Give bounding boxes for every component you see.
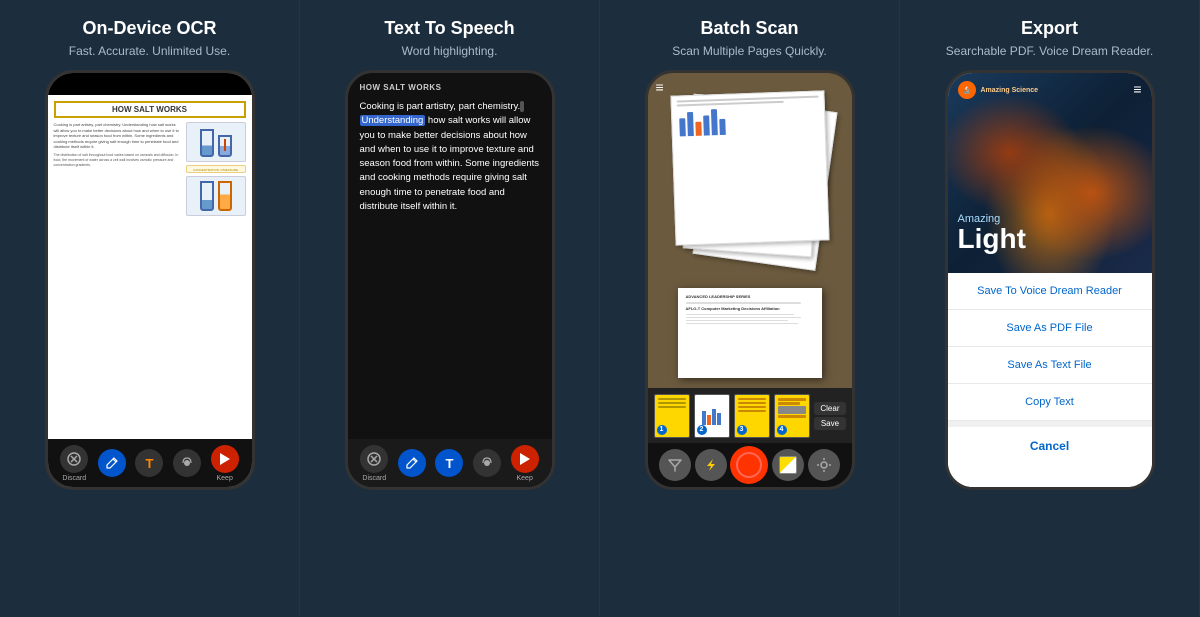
action-copy-text[interactable]: Copy Text — [948, 384, 1152, 421]
footer-keep[interactable]: Keep — [211, 445, 239, 482]
export-phone: 🔬 Amazing Science ≡ Amazing Light Save T… — [945, 70, 1155, 490]
scan-capture-button[interactable] — [730, 446, 768, 484]
tts-keep-label: Keep — [516, 475, 532, 482]
ocr-top-bar — [48, 73, 252, 95]
ocr-doc-body: Cooking is part artistry, part chemistry… — [54, 122, 246, 216]
tts-footer: Discard T — [348, 439, 552, 487]
thumb-num-3: 3 — [737, 425, 747, 435]
keep-label: Keep — [216, 475, 232, 482]
tts-text-icon: T — [435, 449, 463, 477]
export-menu-icon: ≡ — [1133, 81, 1141, 97]
thumb-num-4: 4 — [777, 425, 787, 435]
footer-audio-1[interactable] — [173, 449, 201, 477]
tts-screen: HOW SALT WORKS Cooking is part artistry,… — [348, 73, 552, 487]
batch-title: Batch Scan — [700, 18, 798, 39]
scan-flash-icon[interactable] — [695, 449, 727, 481]
batch-subtitle: Scan Multiple Pages Quickly. — [672, 44, 827, 58]
ocr-phone: HOW SALT WORKS Cooking is part artistry,… — [45, 70, 255, 490]
thumb-num-1: 1 — [657, 425, 667, 435]
scan-thumbnails-bar: 1 2 — [648, 388, 852, 443]
scan-papers-container — [663, 93, 837, 293]
scan-viewfinder: ≡ — [648, 73, 852, 388]
panel-ocr: On-Device OCR Fast. Accurate. Unlimited … — [0, 0, 300, 617]
tts-keep[interactable]: Keep — [511, 445, 539, 482]
scan-thumb-1[interactable]: 1 — [654, 394, 690, 438]
panel-batch: Batch Scan Scan Multiple Pages Quickly. … — [600, 0, 900, 617]
save-button[interactable]: Save — [814, 417, 845, 430]
highlight-chemistry — [520, 101, 524, 112]
ocr-bottom-text: The distribution of salt throughout food… — [54, 153, 182, 168]
tts-title: Text To Speech — [384, 18, 514, 39]
tts-discard[interactable]: Discard — [360, 445, 388, 482]
export-actions-panel: Save To Voice Dream Reader Save As PDF F… — [948, 273, 1152, 487]
export-book-header: 🔬 Amazing Science — [948, 81, 1152, 99]
ocr-screen: HOW SALT WORKS Cooking is part artistry,… — [48, 73, 252, 487]
export-light: Light — [958, 225, 1026, 253]
tts-tools-icon — [398, 449, 426, 477]
export-cancel-button[interactable]: Cancel — [948, 421, 1152, 465]
clear-save-controls: Clear Save — [814, 402, 845, 430]
scan-bottom-doc: ADVANCED LEADERSHIP SERIES AFLO-T Comput… — [678, 288, 822, 378]
panel-export: Export Searchable PDF. Voice Dream Reade… — [900, 0, 1200, 617]
tts-tools[interactable] — [398, 449, 426, 477]
panel-tts: Text To Speech Word highlighting. HOW SA… — [300, 0, 600, 617]
scan-screen: ≡ — [648, 73, 852, 487]
tts-audio-icon — [473, 449, 501, 477]
footer-tools-1[interactable] — [98, 449, 126, 477]
tts-content: HOW SALT WORKS Cooking is part artistry,… — [348, 73, 552, 439]
ocr-footer: Discard T — [48, 439, 252, 487]
export-screen: 🔬 Amazing Science ≡ Amazing Light Save T… — [948, 73, 1152, 487]
scan-paper-3 — [670, 90, 829, 245]
discard-label: Discard — [62, 475, 86, 482]
ocr-beaker-1 — [186, 122, 246, 162]
scan-thumb-4[interactable]: 4 — [774, 394, 810, 438]
export-book-cover: 🔬 Amazing Science ≡ Amazing Light — [948, 73, 1152, 273]
footer-text-1[interactable]: T — [135, 449, 163, 477]
batch-phone: ≡ — [645, 70, 855, 490]
scan-settings-icon[interactable] — [808, 449, 840, 481]
tts-chapter: HOW SALT WORKS — [360, 83, 540, 92]
audio-icon-1 — [173, 449, 201, 477]
thumb-num-2: 2 — [697, 425, 707, 435]
play-icon-1 — [211, 445, 239, 473]
scan-filter-icon[interactable] — [659, 449, 691, 481]
tts-subtitle: Word highlighting. — [402, 44, 498, 58]
export-book-title: Amazing Light — [958, 213, 1026, 253]
clear-button[interactable]: Clear — [814, 402, 845, 415]
series-label: Amazing Science — [981, 87, 1039, 94]
discard-icon — [60, 445, 88, 473]
series-badge: 🔬 — [958, 81, 976, 99]
ocr-subtitle: Fast. Accurate. Unlimited Use. — [69, 44, 230, 58]
ocr-title: On-Device OCR — [82, 18, 216, 39]
tts-body: Cooking is part artistry, part chemistry… — [360, 100, 540, 214]
tts-text[interactable]: T — [435, 449, 463, 477]
scan-thumb-3[interactable]: 3 — [734, 394, 770, 438]
ocr-images: CONCENTRATION / PRESSURE — [186, 122, 246, 216]
export-subtitle: Searchable PDF. Voice Dream Reader. — [946, 44, 1153, 58]
tts-play-icon — [511, 445, 539, 473]
ocr-beaker-2 — [186, 176, 246, 216]
scan-thumb-2[interactable]: 2 — [694, 394, 730, 438]
footer-discard[interactable]: Discard — [60, 445, 88, 482]
tts-phone: HOW SALT WORKS Cooking is part artistry,… — [345, 70, 555, 490]
tools-icon-1 — [98, 449, 126, 477]
ocr-label-box: CONCENTRATION / PRESSURE — [186, 165, 246, 173]
ocr-doc-title: HOW SALT WORKS — [54, 101, 246, 118]
tts-discard-label: Discard — [362, 475, 386, 482]
action-text-file[interactable]: Save As Text File — [948, 347, 1152, 384]
scan-color-icon[interactable] — [772, 449, 804, 481]
scan-footer — [648, 443, 852, 487]
highlight-understanding: Understanding — [360, 115, 426, 126]
export-title: Export — [1021, 18, 1078, 39]
action-voice-dream[interactable]: Save To Voice Dream Reader — [948, 273, 1152, 310]
ocr-content: HOW SALT WORKS Cooking is part artistry,… — [48, 95, 252, 439]
ocr-text-block: Cooking is part artistry, part chemistry… — [54, 122, 182, 216]
tts-audio[interactable] — [473, 449, 501, 477]
tts-discard-icon — [360, 445, 388, 473]
text-icon-1: T — [135, 449, 163, 477]
action-pdf[interactable]: Save As PDF File — [948, 310, 1152, 347]
